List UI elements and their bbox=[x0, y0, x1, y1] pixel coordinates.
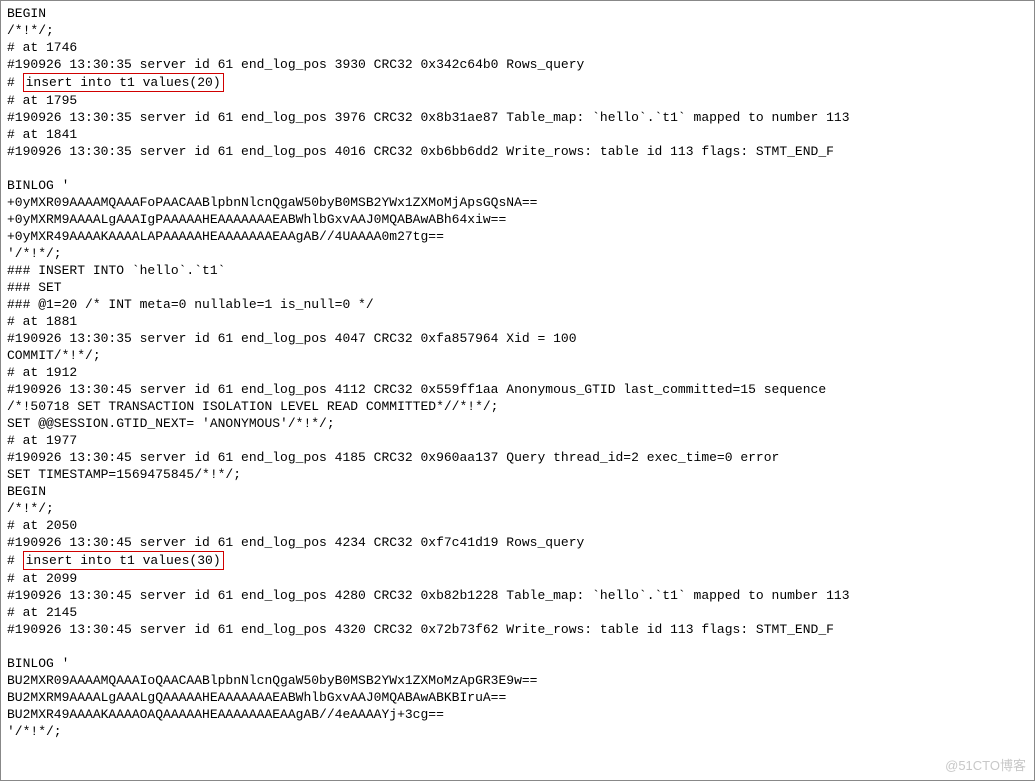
log-line: BEGIN bbox=[7, 483, 1028, 500]
highlight-box: insert into t1 values(20) bbox=[23, 73, 224, 92]
log-line: ### SET bbox=[7, 279, 1028, 296]
log-line: # at 1912 bbox=[7, 364, 1028, 381]
log-line: # at 1977 bbox=[7, 432, 1028, 449]
log-line: # at 1795 bbox=[7, 92, 1028, 109]
highlight-box: insert into t1 values(30) bbox=[23, 551, 224, 570]
log-line: SET TIMESTAMP=1569475845/*!*/; bbox=[7, 466, 1028, 483]
log-line: # at 1841 bbox=[7, 126, 1028, 143]
log-line: #190926 13:30:45 server id 61 end_log_po… bbox=[7, 587, 1028, 604]
log-line-highlighted: # insert into t1 values(20) bbox=[7, 73, 1028, 92]
log-line: #190926 13:30:45 server id 61 end_log_po… bbox=[7, 621, 1028, 638]
log-line-blank bbox=[7, 638, 1028, 655]
log-line: #190926 13:30:35 server id 61 end_log_po… bbox=[7, 56, 1028, 73]
log-line: BU2MXR09AAAAMQAAAIoQAACAABlpbnNlcnQgaW50… bbox=[7, 672, 1028, 689]
log-line: '/*!*/; bbox=[7, 245, 1028, 262]
log-line: /*!*/; bbox=[7, 500, 1028, 517]
log-line: #190926 13:30:45 server id 61 end_log_po… bbox=[7, 534, 1028, 551]
log-line: ### @1=20 /* INT meta=0 nullable=1 is_nu… bbox=[7, 296, 1028, 313]
log-line: /*!*/; bbox=[7, 22, 1028, 39]
watermark: @51CTO博客 bbox=[945, 757, 1026, 774]
log-line: SET @@SESSION.GTID_NEXT= 'ANONYMOUS'/*!*… bbox=[7, 415, 1028, 432]
log-line: '/*!*/; bbox=[7, 723, 1028, 740]
log-line: #190926 13:30:35 server id 61 end_log_po… bbox=[7, 330, 1028, 347]
log-line: # at 2099 bbox=[7, 570, 1028, 587]
log-line-blank bbox=[7, 160, 1028, 177]
log-line: +0yMXR09AAAAMQAAAFoPAACAABlpbnNlcnQgaW50… bbox=[7, 194, 1028, 211]
line-prefix: # bbox=[7, 75, 23, 90]
log-line: # at 2145 bbox=[7, 604, 1028, 621]
log-line: COMMIT/*!*/; bbox=[7, 347, 1028, 364]
log-line: BEGIN bbox=[7, 5, 1028, 22]
log-line-highlighted: # insert into t1 values(30) bbox=[7, 551, 1028, 570]
log-line: #190926 13:30:45 server id 61 end_log_po… bbox=[7, 381, 1028, 398]
log-line: #190926 13:30:35 server id 61 end_log_po… bbox=[7, 143, 1028, 160]
log-line: +0yMXR49AAAAKAAAALAPAAAAAHEAAAAAAAEAAgAB… bbox=[7, 228, 1028, 245]
log-line: ### INSERT INTO `hello`.`t1` bbox=[7, 262, 1028, 279]
log-line: #190926 13:30:35 server id 61 end_log_po… bbox=[7, 109, 1028, 126]
log-line: #190926 13:30:45 server id 61 end_log_po… bbox=[7, 449, 1028, 466]
log-line: BINLOG ' bbox=[7, 655, 1028, 672]
log-line: +0yMXRM9AAAALgAAAIgPAAAAAHEAAAAAAAEABWhl… bbox=[7, 211, 1028, 228]
log-line: BU2MXRM9AAAALgAAALgQAAAAAHEAAAAAAAEABWhl… bbox=[7, 689, 1028, 706]
log-line: # at 2050 bbox=[7, 517, 1028, 534]
log-line: /*!50718 SET TRANSACTION ISOLATION LEVEL… bbox=[7, 398, 1028, 415]
log-line: BU2MXR49AAAAKAAAAOAQAAAAAHEAAAAAAAEAAgAB… bbox=[7, 706, 1028, 723]
log-line: # at 1746 bbox=[7, 39, 1028, 56]
log-line: # at 1881 bbox=[7, 313, 1028, 330]
log-line: BINLOG ' bbox=[7, 177, 1028, 194]
line-prefix: # bbox=[7, 553, 23, 568]
